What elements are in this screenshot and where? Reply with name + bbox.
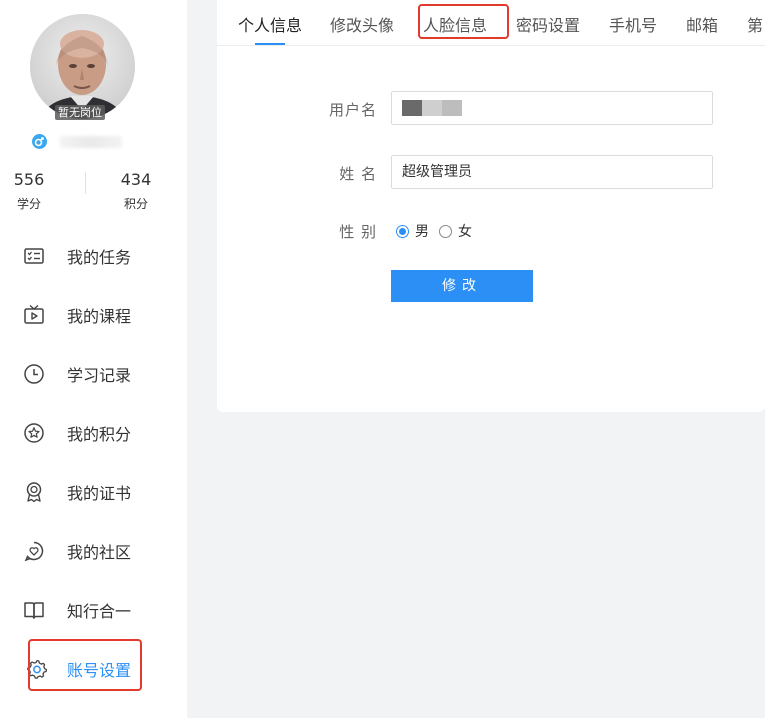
stat-divider <box>85 172 86 194</box>
tab-change-avatar[interactable]: 修改头像 <box>330 12 394 36</box>
star-circle-icon <box>24 422 44 443</box>
sidebar-item-knowledge-action[interactable]: 知行合一 <box>0 580 187 639</box>
main-panel: 个人信息 修改头像 人脸信息 密码设置 手机号 邮箱 第 用户名 姓 名 超级管… <box>217 0 765 412</box>
tv-play-icon <box>24 304 44 324</box>
stat-label: 学分 <box>16 197 41 211</box>
sidebar-item-study-records[interactable]: 学习记录 <box>0 344 187 403</box>
modify-button[interactable]: 修改 <box>391 270 533 302</box>
sidebar-item-label: 我的社区 <box>67 542 132 562</box>
sidebar-item-my-community[interactable]: 我的社区 <box>0 521 187 580</box>
gender-male-radio[interactable] <box>396 224 409 238</box>
gear-icon <box>27 659 47 679</box>
username-field <box>391 91 713 125</box>
gender-radio-group: 男 女 <box>396 221 482 241</box>
sidebar-item-label: 学习记录 <box>67 365 132 385</box>
gender-label: 性 别 <box>339 223 377 241</box>
avatar-photo <box>30 14 135 119</box>
sidebar-item-label: 我的积分 <box>67 424 132 444</box>
sidebar-item-label: 我的课程 <box>67 306 132 326</box>
name-label: 姓 名 <box>339 165 377 183</box>
sidebar-item-label: 账号设置 <box>67 660 132 680</box>
gender-male-label[interactable]: 男 <box>415 221 429 241</box>
task-list-icon <box>24 247 44 264</box>
gender-female-radio[interactable] <box>439 224 452 238</box>
tab-password-settings[interactable]: 密码设置 <box>516 12 580 36</box>
tab-bar: 个人信息 修改头像 人脸信息 密码设置 手机号 邮箱 第 <box>217 0 765 46</box>
sidebar: 暂无岗位 556 学分 434 积分 我的任务 我的课程 学习记录 我的积分 我… <box>0 0 187 718</box>
sidebar-item-label: 我的证书 <box>67 483 132 503</box>
tab-email[interactable]: 邮箱 <box>686 12 718 36</box>
sidebar-item-my-tasks[interactable]: 我的任务 <box>0 226 187 285</box>
tab-personal-info[interactable]: 个人信息 <box>238 12 302 36</box>
gender-female-label[interactable]: 女 <box>458 221 472 241</box>
male-gender-icon <box>32 134 47 149</box>
clock-icon <box>24 363 44 384</box>
stat-value: 434 <box>120 170 152 189</box>
sidebar-item-label: 我的任务 <box>67 247 132 267</box>
tab-third-party[interactable]: 第 <box>747 12 763 36</box>
heart-chat-icon <box>24 541 44 561</box>
book-icon <box>24 601 44 619</box>
award-icon <box>26 481 42 502</box>
sidebar-item-label: 知行合一 <box>67 601 132 621</box>
active-tab-indicator <box>255 43 285 45</box>
name-field[interactable]: 超级管理员 <box>391 155 713 189</box>
sidebar-item-my-courses[interactable]: 我的课程 <box>0 285 187 344</box>
username-masked <box>60 136 122 148</box>
sidebar-item-my-points[interactable]: 我的积分 <box>0 403 187 462</box>
stats: 556 学分 434 积分 <box>0 170 187 214</box>
stat-credits[interactable]: 556 学分 <box>0 170 69 212</box>
username-label: 用户名 <box>328 101 377 119</box>
stat-points[interactable]: 434 积分 <box>96 170 176 212</box>
tab-face-info[interactable]: 人脸信息 <box>423 12 487 36</box>
stat-label: 积分 <box>123 197 148 211</box>
sidebar-item-account-settings[interactable]: 账号设置 <box>0 639 187 698</box>
stat-value: 556 <box>13 170 45 189</box>
sidebar-item-my-certificates[interactable]: 我的证书 <box>0 462 187 521</box>
username-masked-value <box>402 100 462 116</box>
avatar[interactable] <box>30 14 135 119</box>
post-badge: 暂无岗位 <box>55 105 105 120</box>
tab-phone-number[interactable]: 手机号 <box>609 12 657 36</box>
